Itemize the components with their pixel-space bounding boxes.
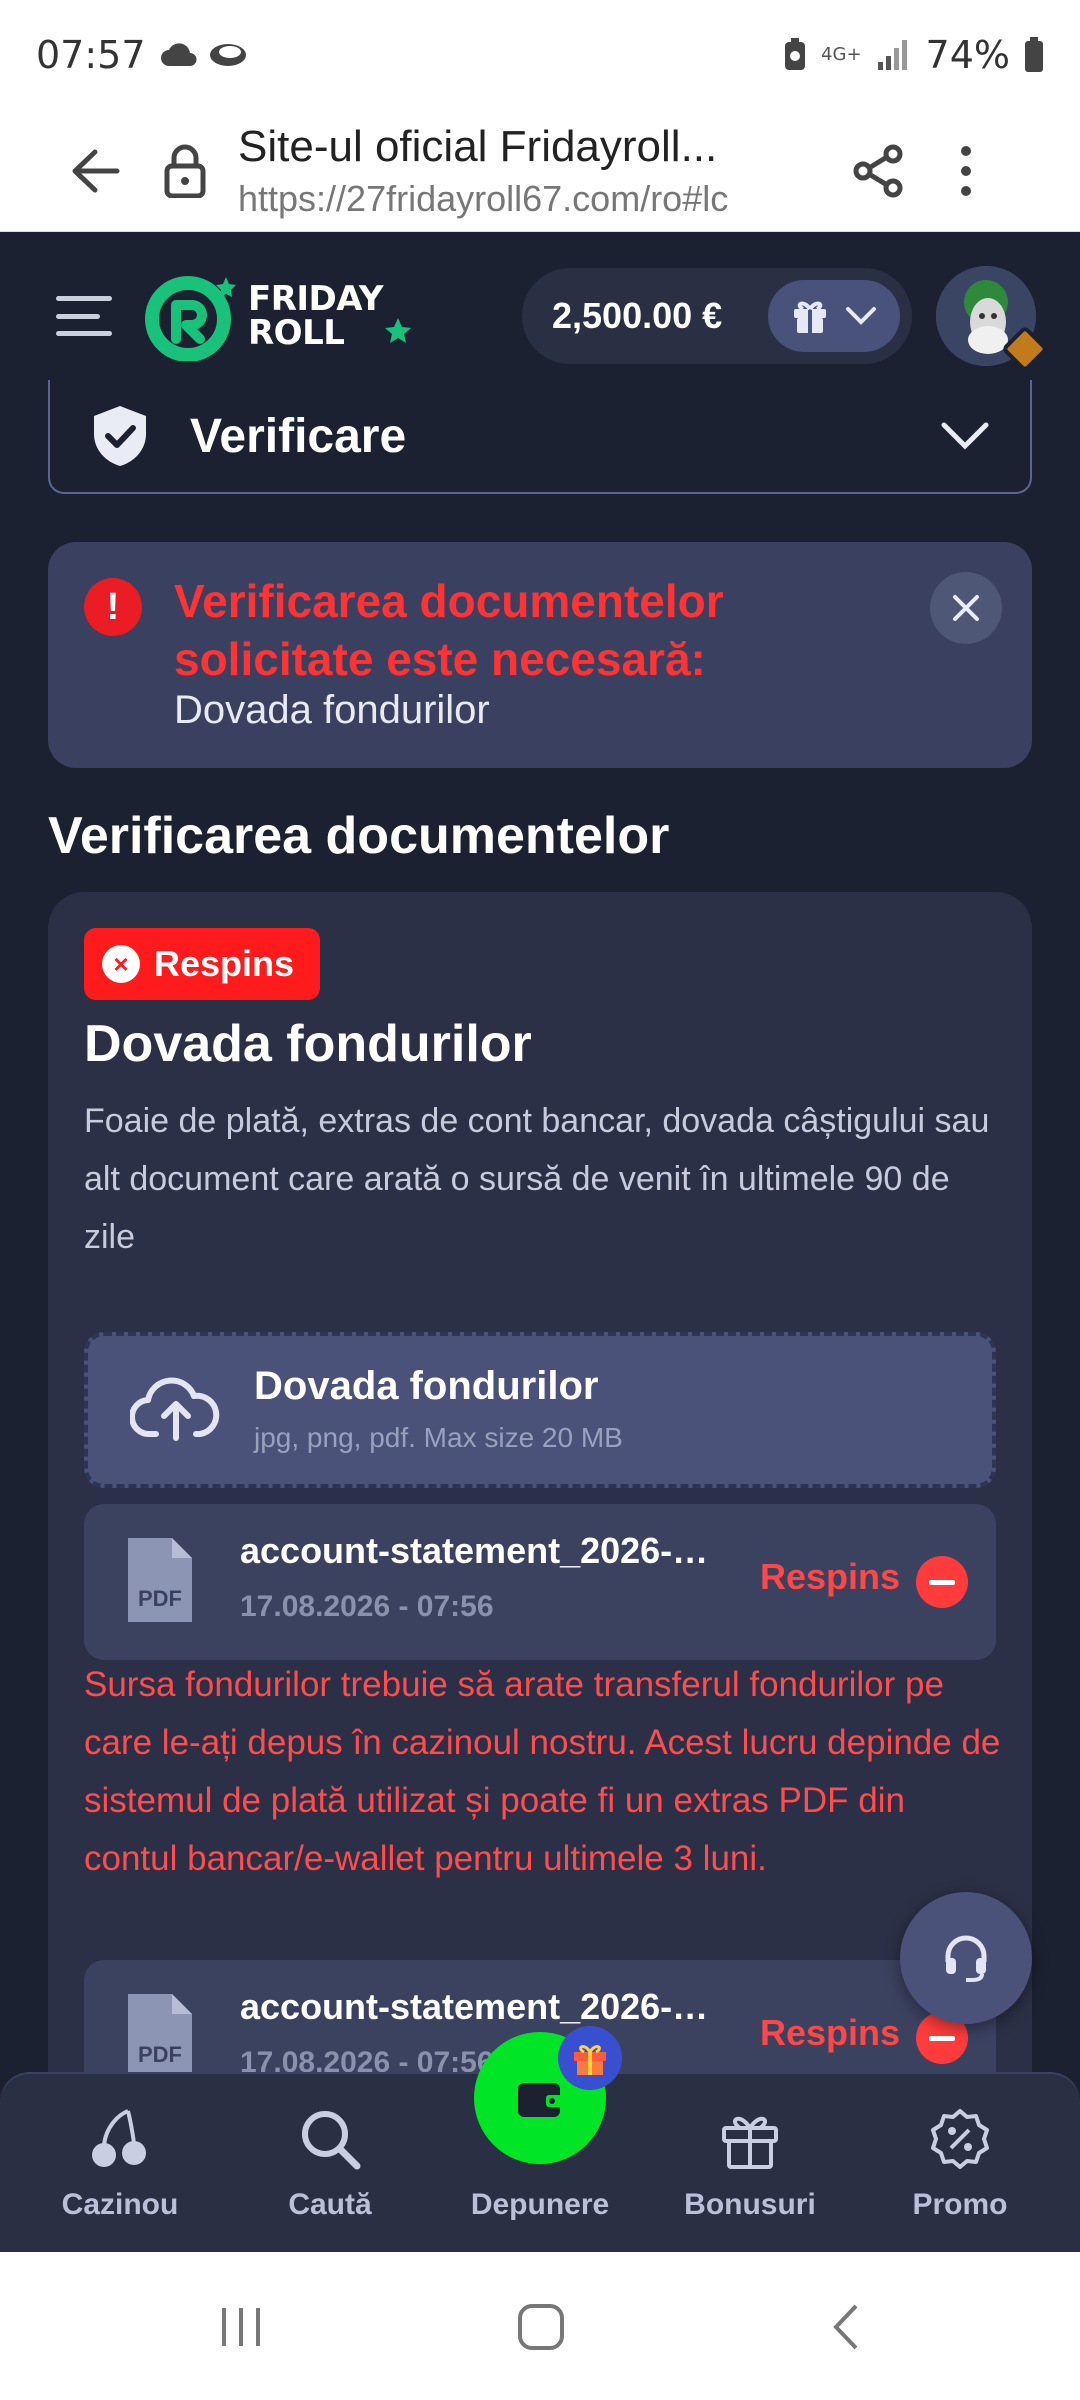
verification-dropdown[interactable]: Verificare [48,380,1032,494]
nav-search[interactable]: Caută [230,2104,430,2222]
nav-search-label: Caută [288,2188,372,2221]
nav-promo[interactable]: Promo [860,2104,1060,2222]
close-icon [953,595,979,621]
nav-casino-label: Cazinou [61,2188,179,2221]
alert-title: Verificarea documentelor solicitate este… [174,575,724,685]
arrow-left-icon [72,149,120,192]
battery-saver-icon [785,38,806,70]
file-name: account-statement_2026-08-17.pdf [240,1530,710,1571]
logo-text-line2: ROLL [248,313,345,353]
minus-circle-icon [916,1556,968,1608]
home-button[interactable] [516,2302,566,2352]
share-icon [853,144,903,197]
chevron-down-icon [846,307,876,325]
status-badge-label: Respins [154,943,295,984]
search-icon [302,2111,361,2170]
app-header: FRIDAY ROLL 2,500.00 € [0,232,1080,400]
cloud-upload-icon [130,1377,220,1441]
menu-icon[interactable] [56,296,112,336]
address-bar[interactable]: Site-ul oficial Fridayroll... https://27… [238,122,798,220]
cloud-icon [160,43,197,66]
app-notification-icon [209,44,246,66]
headset-icon [945,1935,987,1982]
file-status: Respins [759,2012,900,2053]
gift-icon [722,2116,778,2169]
share-button[interactable] [848,136,908,206]
status-bar: 07:57 4G+ 74% [0,0,1080,110]
svg-text:PDF: PDF [138,2042,182,2067]
recent-apps-button[interactable] [216,2302,266,2352]
shield-check-icon [94,406,146,466]
section-title: Verificarea documentelor [48,807,670,865]
more-vertical-icon [961,145,971,196]
bonus-dropdown-button[interactable] [768,280,900,352]
document-description: Foaie de plată, extras de cont bancar, d… [84,1102,990,1256]
fridayroll-logo[interactable]: FRIDAY ROLL [142,271,413,361]
percent-badge-icon [931,2109,989,2169]
upload-hint: jpg, png, pdf. Max size 20 MB [254,1422,623,1453]
page-url: https://27fridayroll67.com/ro#lc [238,177,729,219]
cherry-icon [92,2109,146,2167]
pdf-file-icon: PDF [128,1994,192,2078]
rejection-message: Sursa fondurilor trebuie să arate transf… [84,1665,1001,1878]
document-title: Dovada fondurilor [84,1015,532,1073]
verification-required-alert: ! Verificarea documentelor solicitate es… [48,542,1032,768]
support-chat-button[interactable] [900,1892,1032,2024]
file-name: account-statement_2026-08-17.pdf [240,1986,710,2027]
nav-casino[interactable]: Cazinou [20,2104,220,2222]
svg-text:PDF: PDF [138,1586,182,1611]
nav-bonuses-label: Bonusuri [684,2188,816,2221]
balance-amount: 2,500.00 € [552,295,723,336]
file-date: 17.08.2026 - 07:56 [240,1590,494,1623]
gift-icon [794,301,826,333]
nav-deposit-label: Depunere [470,2188,610,2221]
deposit-gift-badge [558,2026,622,2090]
battery-icon [1025,37,1043,72]
uploaded-file-row[interactable]: PDF account-statement_2026-08-17.pdf 17.… [84,1504,996,1660]
nav-promo-label: Promo [912,2188,1008,2221]
gift-icon [574,2045,606,2075]
page-title: Site-ul oficial Fridayroll... [238,121,718,171]
battery-percent: 74% [925,33,1010,77]
lock-icon [164,144,206,198]
back-button[interactable] [826,2302,866,2352]
system-navigation-bar [0,2252,1080,2400]
upload-title: Dovada fondurilor [254,1364,599,1408]
alert-close-button[interactable] [930,572,1002,644]
site-info-button[interactable] [160,136,210,206]
exclamation-icon: ! [84,578,142,636]
browser-back-button[interactable] [60,136,130,206]
nav-bonuses[interactable]: Bonusuri [650,2104,850,2222]
chevron-down-icon [941,422,989,450]
x-circle-icon: × [102,945,140,983]
star-icon [384,318,411,343]
pdf-file-icon: PDF [128,1538,192,1622]
file-status: Respins [759,1556,900,1597]
user-avatar[interactable] [936,266,1050,374]
browser-menu-button[interactable] [946,136,986,206]
alert-subtitle: Dovada fondurilor [174,688,490,732]
upload-dropzone[interactable]: Dovada fondurilor jpg, png, pdf. Max siz… [84,1332,996,1488]
balance-display[interactable]: 2,500.00 € [522,268,912,364]
logo-text-line1: FRIDAY [248,279,383,319]
verification-dropdown-label: Verificare [190,409,407,463]
signal-icon [877,40,907,70]
wallet-icon [518,2083,562,2117]
status-time: 07:57 [36,33,146,77]
logo-mark-icon [145,276,236,361]
status-badge: × Respins [84,928,321,1000]
browser-toolbar: Site-ul oficial Fridayroll... https://27… [0,110,1080,232]
network-type: 4G+ [821,44,862,65]
